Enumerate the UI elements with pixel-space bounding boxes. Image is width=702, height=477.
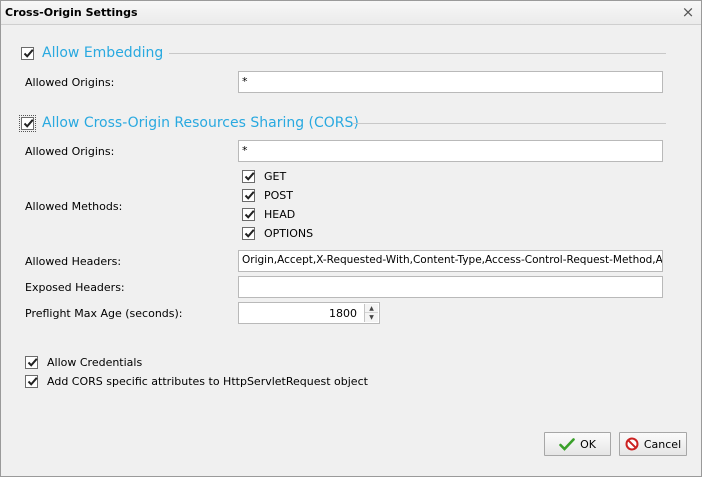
allowed-headers-label: Allowed Headers: <box>25 255 122 268</box>
preflight-max-age-value[interactable]: 1800 <box>329 307 357 320</box>
method-options-option[interactable]: OPTIONS <box>242 225 313 241</box>
check-icon <box>244 190 255 200</box>
allow-embedding-title[interactable]: Allow Embedding <box>42 45 163 61</box>
allowed-methods-label: Allowed Methods: <box>25 200 123 213</box>
spin-up-icon[interactable]: ▲ <box>365 304 378 313</box>
ok-label: OK <box>580 437 596 451</box>
exposed-headers-label: Exposed Headers: <box>25 281 125 294</box>
spinner-buttons: ▲ ▼ <box>364 304 378 322</box>
method-post-checkbox[interactable] <box>242 188 255 202</box>
check-icon <box>27 376 38 386</box>
method-head-option[interactable]: HEAD <box>242 206 295 222</box>
preflight-max-age-spinner[interactable]: 1800 ▲ ▼ <box>238 302 380 324</box>
check-icon <box>244 171 255 181</box>
checkmark-icon <box>559 437 575 451</box>
title-bar: Cross-Origin Settings × <box>1 1 701 25</box>
allow-cors-title[interactable]: Allow Cross-Origin Resources Sharing (CO… <box>42 115 359 131</box>
embedding-section-header: Allow Embedding <box>21 43 163 63</box>
method-post-option[interactable]: POST <box>242 187 293 203</box>
allow-credentials-option[interactable]: Allow Credentials <box>25 354 142 370</box>
method-get-label: GET <box>264 169 287 183</box>
embedding-allowed-origins-input[interactable]: * <box>238 71 663 93</box>
allow-embedding-checkbox[interactable] <box>21 46 34 60</box>
allowed-headers-input[interactable]: Origin,Accept,X-Requested-With,Content-T… <box>238 250 663 272</box>
method-get-option[interactable]: GET <box>242 168 286 184</box>
add-cors-attributes-label: Add CORS specific attributes to HttpServ… <box>47 374 368 388</box>
cors-allowed-origins-input[interactable]: * <box>238 140 663 162</box>
exposed-headers-input[interactable] <box>238 276 663 298</box>
check-icon <box>23 118 34 128</box>
method-post-label: POST <box>264 188 293 202</box>
cancel-button[interactable]: Cancel <box>619 432 687 456</box>
method-options-checkbox[interactable] <box>242 226 255 240</box>
method-get-checkbox[interactable] <box>242 169 255 183</box>
ok-button[interactable]: OK <box>544 432 611 456</box>
spin-down-icon[interactable]: ▼ <box>365 313 378 322</box>
method-options-label: OPTIONS <box>264 226 314 240</box>
check-icon <box>244 209 255 219</box>
cors-allowed-origins-label: Allowed Origins: <box>25 145 115 158</box>
cancel-label: Cancel <box>643 437 682 451</box>
check-icon <box>244 228 255 238</box>
allow-credentials-label: Allow Credentials <box>47 355 143 369</box>
close-icon[interactable]: × <box>681 5 695 20</box>
allow-cors-checkbox[interactable] <box>19 114 36 132</box>
embedding-allowed-origins-label: Allowed Origins: <box>25 76 115 89</box>
cancel-icon <box>625 437 639 451</box>
section-divider <box>353 123 666 124</box>
add-cors-attributes-checkbox[interactable] <box>25 374 38 388</box>
check-icon <box>23 48 34 58</box>
method-head-checkbox[interactable] <box>242 207 255 221</box>
method-head-label: HEAD <box>264 207 296 221</box>
allow-credentials-checkbox[interactable] <box>25 355 38 369</box>
cors-section-header: Allow Cross-Origin Resources Sharing (CO… <box>19 113 359 133</box>
cross-origin-settings-dialog: Cross-Origin Settings × Allow Embedding … <box>0 0 702 477</box>
section-divider <box>169 53 666 54</box>
preflight-max-age-label: Preflight Max Age (seconds): <box>25 307 183 320</box>
dialog-title: Cross-Origin Settings <box>5 6 138 19</box>
add-cors-attributes-option[interactable]: Add CORS specific attributes to HttpServ… <box>25 373 368 389</box>
check-icon <box>27 357 38 367</box>
